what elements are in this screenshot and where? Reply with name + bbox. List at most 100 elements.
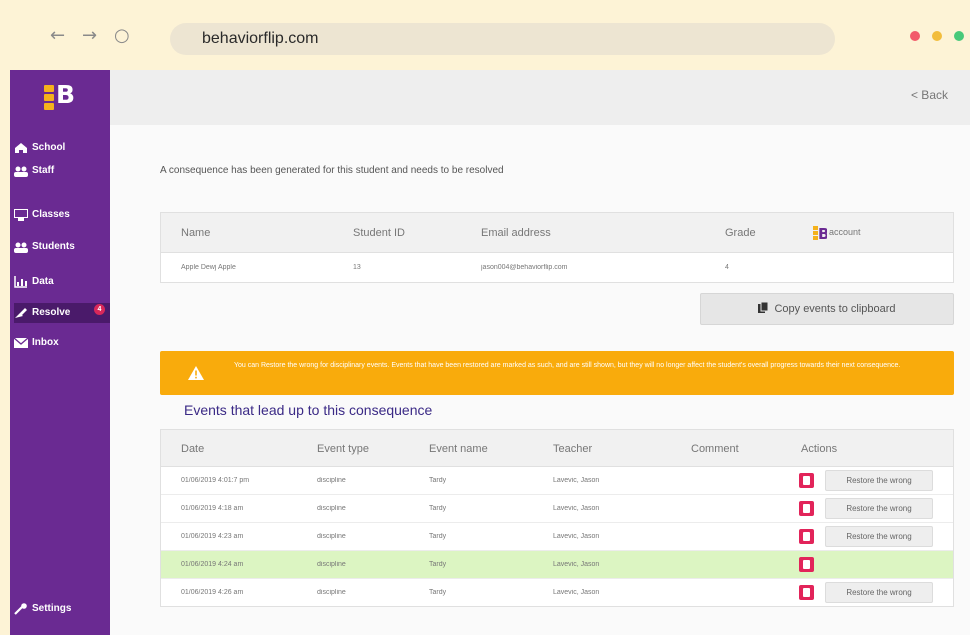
delete-icon[interactable] (799, 501, 814, 516)
delete-icon[interactable] (799, 473, 814, 488)
sidebar-item-label: Classes (32, 209, 70, 220)
logo-bar-icon (44, 85, 54, 92)
svg-text:B: B (818, 225, 827, 241)
copy-events-label: Copy events to clipboard (774, 303, 896, 315)
sidebar-item-school[interactable]: School (14, 138, 110, 158)
window-dot-red-icon[interactable] (910, 31, 920, 41)
consequence-notice: A consequence has been generated for thi… (160, 165, 504, 176)
sidebar-item-students[interactable]: Students (14, 237, 110, 257)
table-row-restored: 01/06/2019 4:24 am discipline Tardy Lave… (161, 551, 953, 579)
student-name: Apple Dewj Apple (181, 264, 236, 271)
warning-banner: You can Restore the wrong for disciplina… (160, 351, 954, 395)
event-date: 01/06/2019 4:26 am (181, 589, 244, 596)
sidebar-item-label: Settings (32, 603, 72, 614)
app-logo[interactable]: B (44, 80, 84, 110)
table-row: Apple Dewj Apple 13 jason004@behaviorfli… (161, 253, 953, 283)
browser-forward-icon[interactable]: → (82, 26, 97, 46)
sidebar-item-resolve[interactable]: Resolve 4 (14, 303, 110, 323)
restore-wrong-button[interactable]: Restore the wrong (825, 582, 933, 603)
staff-icon (14, 165, 28, 177)
event-teacher: Lavevic, Jason (553, 477, 600, 484)
sidebar-item-label: Staff (32, 165, 55, 176)
student-grade: 4 (725, 264, 729, 271)
window-dot-yellow-icon[interactable] (932, 31, 942, 41)
window-dot-green-icon[interactable] (954, 31, 964, 41)
header-actions: Actions (801, 443, 838, 455)
events-table: Date Event type Event name Teacher Comme… (160, 429, 954, 607)
table-row: 01/06/2019 4:23 am discipline Tardy Lave… (161, 523, 953, 551)
event-type: discipline (317, 561, 346, 568)
school-icon (14, 142, 28, 154)
event-name: Tardy (429, 533, 447, 540)
sidebar-item-label: Data (32, 276, 54, 287)
sidebar-item-label: Students (32, 241, 75, 252)
browser-back-icon[interactable]: ← (50, 26, 65, 46)
resolve-icon (14, 307, 28, 319)
student-id: 13 (353, 264, 361, 271)
sidebar-item-label: Inbox (32, 337, 59, 348)
warning-text: You can Restore the wrong for disciplina… (234, 362, 901, 369)
wrench-icon (14, 603, 28, 615)
student-info-table: Name Student ID Email address Grade B ac… (160, 212, 954, 283)
event-teacher: Lavevic, Jason (553, 505, 600, 512)
delete-icon[interactable] (799, 585, 814, 600)
inbox-icon (13, 337, 29, 349)
header-event-name: Event name (429, 443, 488, 455)
main-content: A consequence has been generated for thi… (110, 125, 970, 635)
sidebar: B School Staff Classes Students Data Res… (10, 70, 110, 635)
table-row: 01/06/2019 4:26 am discipline Tardy Lave… (161, 579, 953, 607)
classes-icon (14, 209, 28, 221)
sidebar-item-staff[interactable]: Staff (14, 161, 110, 181)
table-row: 01/06/2019 4:01:7 pm discipline Tardy La… (161, 467, 953, 495)
app-window: B School Staff Classes Students Data Res… (10, 70, 970, 635)
event-type: discipline (317, 477, 346, 484)
address-bar[interactable]: behaviorflip.com (170, 23, 835, 55)
restore-wrong-button[interactable]: Restore the wrong (825, 526, 933, 547)
header-event-type: Event type (317, 443, 369, 455)
events-table-header: Date Event type Event name Teacher Comme… (161, 430, 953, 467)
event-name: Tardy (429, 505, 447, 512)
warning-icon (188, 366, 204, 380)
back-link[interactable]: < Back (911, 88, 948, 102)
restore-wrong-button[interactable]: Restore the wrong (825, 470, 933, 491)
sidebar-item-data[interactable]: Data (14, 272, 110, 292)
sidebar-item-settings[interactable]: Settings (14, 599, 110, 619)
students-icon (14, 241, 28, 253)
logo-bar-icon (44, 103, 54, 110)
browser-reload-icon[interactable]: ○ (114, 26, 130, 46)
header-comment: Comment (691, 443, 739, 455)
event-date: 01/06/2019 4:18 am (181, 505, 244, 512)
logo-bar-icon (44, 94, 54, 101)
header-account: account (829, 227, 861, 237)
table-row: 01/06/2019 4:18 am discipline Tardy Lave… (161, 495, 953, 523)
header-email: Email address (481, 227, 551, 239)
header-date: Date (181, 443, 205, 455)
event-teacher: Lavevic, Jason (553, 589, 600, 596)
event-date: 01/06/2019 4:01:7 pm (181, 477, 250, 484)
sidebar-item-label: School (32, 142, 66, 153)
resolve-count-badge: 4 (94, 304, 105, 315)
copy-events-button[interactable]: Copy events to clipboard (700, 293, 954, 325)
event-date: 01/06/2019 4:23 am (181, 533, 244, 540)
event-name: Tardy (429, 589, 447, 596)
logo-letter: B (56, 80, 76, 109)
restore-wrong-button[interactable]: Restore the wrong (825, 498, 933, 519)
delete-icon[interactable] (799, 529, 814, 544)
behaviorflip-logo-icon: B (813, 225, 827, 241)
event-date: 01/06/2019 4:24 am (181, 561, 244, 568)
clipboard-icon (758, 301, 769, 313)
student-email: jason004@behaviorflip.com (481, 264, 568, 271)
header-grade: Grade (725, 227, 756, 239)
sidebar-item-label: Resolve (32, 307, 71, 318)
event-type: discipline (317, 505, 346, 512)
sidebar-item-inbox[interactable]: Inbox (13, 333, 110, 353)
delete-icon[interactable] (799, 557, 814, 572)
sidebar-item-classes[interactable]: Classes (14, 205, 110, 225)
event-teacher: Lavevic, Jason (553, 533, 600, 540)
browser-chrome: ← → ○ behaviorflip.com (0, 0, 970, 70)
data-icon (14, 276, 28, 288)
events-section-title: Events that lead up to this consequence (184, 402, 433, 418)
event-name: Tardy (429, 561, 447, 568)
header-name: Name (181, 227, 211, 239)
event-type: discipline (317, 589, 346, 596)
